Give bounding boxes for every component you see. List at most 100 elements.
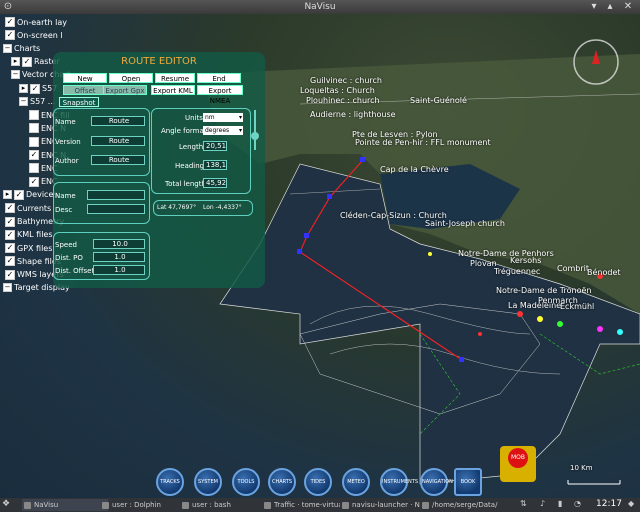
tree-item[interactable]: − Charts [3, 43, 41, 56]
expand-icon[interactable]: − [3, 283, 12, 292]
export-nmea-button[interactable]: Export NMEA [197, 85, 243, 105]
author-route-field[interactable]: Route [91, 155, 145, 165]
map-label: Combrit [557, 264, 589, 273]
checkbox[interactable]: ✓ [5, 243, 15, 254]
angle-format-value: degrees [205, 127, 230, 134]
folder-icon [102, 502, 109, 509]
charts-button[interactable]: CHARTS [268, 468, 296, 496]
tree-item-label: Charts [14, 43, 41, 53]
expand-icon[interactable]: − [11, 70, 20, 80]
map-label: Kersohs [510, 256, 542, 265]
window-title: NaVisu [304, 2, 336, 12]
battery-icon[interactable]: ▮ [558, 499, 562, 508]
task-bash[interactable]: user : bash [180, 499, 260, 511]
checkbox[interactable]: ✓ [5, 229, 15, 240]
checkbox[interactable]: ✓ [5, 30, 15, 41]
end-button[interactable]: End [197, 73, 241, 83]
tracks-label: TRACKS [160, 479, 180, 485]
map-label: Audierne : lighthouse [310, 110, 396, 119]
expand-icon[interactable]: ▸ [19, 84, 28, 93]
wifi-icon[interactable]: ◔ [574, 499, 581, 508]
task-navisu[interactable]: NaVisu [22, 499, 108, 511]
checkbox[interactable]: ✓ [5, 216, 15, 227]
length-field[interactable]: 20,51 [203, 141, 227, 151]
tree-item[interactable]: ▸ ✓ S57 [19, 83, 57, 96]
meteo-button[interactable]: METEO [342, 468, 370, 496]
checkbox[interactable] [29, 123, 39, 134]
tree-item[interactable]: ▸ ✓ Devices [3, 189, 58, 202]
wp-name-field[interactable] [87, 190, 145, 200]
system-io-button[interactable]: SYSTEM I/O [194, 468, 222, 496]
task-folder[interactable]: /home/serge/Data/... [420, 499, 498, 511]
export-gpx-button[interactable]: Export Gpx [103, 85, 147, 95]
instruments-button[interactable]: INSTRUMENTS [380, 468, 418, 496]
snapshot-button[interactable]: Snapshot [59, 97, 99, 107]
version-label: Version [55, 138, 81, 146]
name-route-field[interactable]: Route [91, 116, 145, 126]
dist-offset-field[interactable]: 1.0 [93, 265, 145, 275]
network-icon[interactable]: ⇅ [520, 499, 527, 508]
map-label: Pointe de Pen-hir : FFL monument [355, 138, 491, 147]
checkbox[interactable]: ✓ [5, 203, 15, 214]
zoom-slider-track[interactable] [254, 110, 256, 150]
name-label: Name [55, 118, 76, 126]
mob-button[interactable]: MOB [500, 446, 536, 482]
expand-icon[interactable]: ▸ [11, 57, 20, 67]
tree-item[interactable]: ✓ GPX files [3, 243, 52, 255]
maximize-icon[interactable]: ▴ [604, 1, 616, 13]
units-select[interactable]: nm ▾ [203, 113, 243, 122]
offset-button[interactable]: Offset [63, 85, 107, 95]
angle-format-select[interactable]: degrees ▾ [203, 126, 243, 135]
book-button[interactable]: BOOK [454, 468, 482, 496]
map-label: Plouhinec : church [306, 96, 380, 105]
dist-po-field[interactable]: 1.0 [93, 252, 145, 262]
checkbox[interactable] [29, 110, 39, 121]
tracks-button[interactable]: TRACKS [156, 468, 184, 496]
task-traffic[interactable]: Traffic · tome-virtual [262, 499, 340, 511]
minimize-icon[interactable]: ▾ [588, 1, 600, 13]
expand-icon[interactable]: − [3, 43, 12, 53]
checkbox[interactable] [29, 136, 39, 147]
checkbox[interactable]: ✓ [30, 83, 40, 94]
checkbox[interactable]: ✓ [14, 189, 24, 200]
export-kml-button[interactable]: Export KML [151, 85, 195, 95]
version-route-field[interactable]: Route [91, 136, 145, 146]
new-button[interactable]: New [63, 73, 107, 83]
close-icon[interactable]: ✕ [622, 1, 634, 13]
tree-item[interactable]: − S57 ... [19, 96, 55, 109]
clock[interactable]: 12:17 [596, 499, 622, 509]
navigation-button[interactable]: NAVIGATION [420, 468, 453, 496]
app-icon [264, 502, 271, 509]
tree-item[interactable]: ✓ Currents [3, 203, 51, 215]
tree-item[interactable]: ✓ On-screen l [3, 30, 63, 42]
route-editor-title: ROUTE EDITOR [121, 56, 197, 67]
instruments-label: INSTRUMENTS [382, 479, 419, 485]
task-launcher[interactable]: navisu-launcher · NetB [340, 499, 420, 511]
checkbox[interactable]: ✓ [5, 256, 15, 267]
checkbox[interactable] [29, 163, 39, 174]
tides-streams-button[interactable]: TIDES STREAMS [304, 468, 332, 496]
open-button[interactable]: Open [109, 73, 153, 83]
expand-icon[interactable]: ▸ [3, 190, 12, 200]
checkbox[interactable]: ✓ [29, 150, 39, 160]
volume-icon[interactable]: ♪ [540, 499, 545, 508]
kde-menu-icon[interactable]: ❖ [2, 499, 10, 509]
wp-desc-field[interactable] [87, 204, 145, 214]
tree-item[interactable]: ✓ On-earth lay [3, 17, 67, 29]
checkbox[interactable]: ✓ [5, 17, 15, 27]
terminal-icon [182, 502, 189, 509]
resume-button[interactable]: Resume [155, 73, 195, 83]
checkbox[interactable]: ✓ [22, 56, 32, 67]
expand-icon[interactable]: − [19, 96, 28, 106]
tools-button[interactable]: TOOLS [232, 468, 260, 496]
zoom-slider-handle[interactable] [251, 132, 259, 140]
checkbox[interactable]: ✓ [5, 269, 15, 280]
tray-menu-icon[interactable]: ◆ [628, 499, 634, 508]
speed-field[interactable]: 10.0 [93, 239, 145, 249]
task-dolphin[interactable]: user : Dolphin [100, 499, 180, 511]
chevron-down-icon: ▾ [238, 127, 242, 134]
tree-item[interactable]: ✓ KML files [3, 229, 53, 242]
total-length-field[interactable]: 45,92 [203, 178, 227, 188]
heading-field[interactable]: 138,1 [203, 160, 227, 170]
checkbox[interactable]: ✓ [29, 176, 39, 187]
